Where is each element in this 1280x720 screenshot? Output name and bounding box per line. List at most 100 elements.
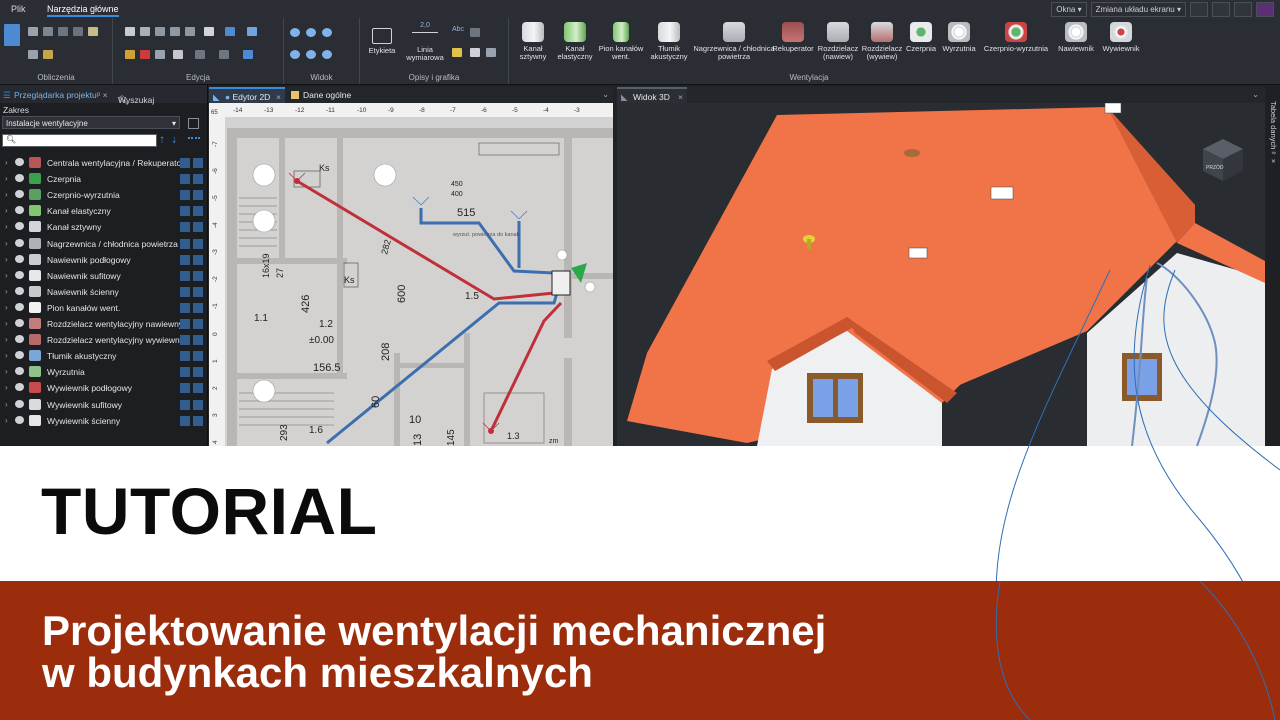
edit-icon[interactable]	[180, 351, 190, 362]
paste-icon[interactable]	[140, 27, 150, 36]
visibility-icon[interactable]	[15, 302, 24, 311]
zoom-window-icon[interactable]	[322, 28, 332, 37]
scope-select[interactable]: Instalacje wentylacyjne ▾	[2, 116, 180, 129]
hatch-icon[interactable]	[486, 48, 496, 57]
edit-icon[interactable]	[180, 367, 190, 378]
pan-icon[interactable]	[322, 50, 332, 59]
sort-descending-icon[interactable]: ⭣	[172, 135, 176, 146]
check-icon[interactable]	[28, 50, 38, 59]
tree-item[interactable]: › Pion kanałów went.	[0, 300, 207, 316]
zoom-in-icon[interactable]	[290, 28, 300, 37]
windows-dropdown[interactable]: Okna ▾	[1051, 2, 1087, 17]
tab-view-3d[interactable]: ◣ Widok 3D ×	[617, 87, 687, 103]
vent-button-0[interactable]: Kanał sztywny	[513, 22, 553, 61]
text-style-icon[interactable]	[470, 28, 480, 37]
table-icon[interactable]	[28, 27, 38, 36]
cut-icon[interactable]	[125, 50, 135, 59]
dimension-line-button[interactable]: 2,0 Linia wymiarowa	[404, 22, 446, 62]
visibility-icon[interactable]	[15, 399, 24, 408]
edit-icon[interactable]	[180, 158, 190, 168]
edit-icon[interactable]	[180, 190, 190, 201]
edit-icon[interactable]	[180, 222, 190, 233]
drop-icon[interactable]	[73, 27, 83, 36]
filter-icon[interactable]	[195, 50, 205, 59]
tab-project-browser[interactable]: Przeglądarka projektu	[14, 90, 97, 100]
chevron-right-icon[interactable]: ›	[5, 367, 8, 376]
tree-item[interactable]: › Nawiewnik ścienny	[0, 284, 207, 300]
edit-icon[interactable]	[180, 335, 190, 346]
grid-icon[interactable]	[193, 270, 203, 281]
tree-item[interactable]: › Wywiewnik ścienny	[0, 413, 207, 429]
grid-icon[interactable]	[193, 158, 203, 168]
tree-item[interactable]: › Nawiewnik sufitowy	[0, 268, 207, 284]
zoom-extents-icon[interactable]	[290, 50, 300, 59]
tree-item[interactable]: › Wywiewnik sufitowy	[0, 397, 207, 413]
edit-icon[interactable]	[180, 174, 190, 185]
grid-icon[interactable]	[193, 222, 203, 233]
vent-button-1[interactable]: Kanał elastyczny	[555, 22, 595, 61]
chevron-right-icon[interactable]: ›	[5, 383, 8, 392]
monitor-icon[interactable]	[1190, 2, 1208, 17]
edit-icon[interactable]	[180, 415, 190, 426]
tree-item[interactable]: › Czerpnio-wyrzutnia	[0, 187, 207, 203]
vent-button-6[interactable]: Rozdzielacz (nawiew)	[816, 22, 860, 61]
undo-icon[interactable]	[155, 50, 165, 59]
balance-icon[interactable]	[58, 27, 68, 36]
vent-button-10[interactable]: Czerpnio-wyrzutnia	[979, 22, 1053, 53]
vent-button-2[interactable]: Pion kanałów went.	[597, 22, 645, 61]
chevron-right-icon[interactable]: ›	[5, 190, 8, 199]
grid-icon[interactable]	[193, 415, 203, 426]
chevron-right-icon[interactable]: ›	[5, 400, 8, 409]
chevron-right-icon[interactable]: ›	[5, 319, 8, 328]
pin-icon[interactable]: ᵖ ×	[97, 90, 108, 100]
tree-item[interactable]: › Kanał elastyczny	[0, 203, 207, 219]
edit-icon[interactable]	[180, 302, 190, 313]
chevron-down-icon[interactable]: ⌄	[602, 90, 609, 99]
tab-editor-2d[interactable]: ◣ ● Edytor 2D ×	[209, 87, 285, 103]
edit-icon[interactable]	[180, 270, 190, 281]
text-tool[interactable]: Abc	[452, 26, 464, 33]
grid-icon[interactable]	[193, 254, 203, 265]
label-button[interactable]: Etykieta	[366, 22, 398, 55]
settings-icon[interactable]	[88, 27, 98, 36]
grid-icon[interactable]	[193, 319, 203, 329]
visibility-icon[interactable]	[15, 222, 24, 231]
visibility-icon[interactable]	[15, 286, 24, 295]
grid-icon[interactable]	[193, 335, 203, 346]
tree-item[interactable]: › Wyrzutnia	[0, 364, 207, 380]
vent-button-5[interactable]: Rekuperator	[769, 22, 817, 53]
edit-icon[interactable]	[180, 383, 190, 394]
tab-general-data[interactable]: Dane ogólne	[287, 87, 383, 103]
recuperator-unit[interactable]	[551, 270, 571, 296]
grid-icon[interactable]	[193, 399, 203, 410]
zoom-out-icon[interactable]	[306, 28, 316, 37]
chevron-right-icon[interactable]: ›	[5, 416, 8, 425]
grid-icon[interactable]	[193, 367, 203, 378]
rotate-icon[interactable]	[170, 27, 180, 36]
visibility-icon[interactable]	[15, 367, 24, 376]
delete-icon[interactable]	[140, 50, 150, 59]
visibility-icon[interactable]	[15, 190, 24, 199]
data-table-side-panel[interactable]: Tabela danych ᵖ ×	[1266, 87, 1280, 446]
grid-icon[interactable]	[193, 238, 203, 249]
tree-item[interactable]: › Centrala wentylacyjna / Rekuperator	[0, 155, 207, 171]
tree-item[interactable]: › Tłumik akustyczny	[0, 348, 207, 364]
vent-button-8[interactable]: Czerpnia	[904, 22, 938, 53]
properties-icon[interactable]	[173, 50, 183, 59]
chevron-right-icon[interactable]: ›	[5, 206, 8, 215]
tree-item[interactable]: › Wywiewnik podłogowy	[0, 380, 207, 396]
menu-main-tools[interactable]: Narzędzia główne	[47, 4, 119, 17]
align-icon[interactable]	[204, 27, 214, 36]
chevron-right-icon[interactable]: ›	[5, 271, 8, 280]
visibility-icon[interactable]	[15, 206, 24, 215]
chevron-right-icon[interactable]: ›	[5, 158, 8, 167]
chevron-right-icon[interactable]: ›	[5, 351, 8, 360]
visibility-icon[interactable]	[15, 158, 24, 166]
edit-icon[interactable]	[180, 254, 190, 265]
tree-item[interactable]: › Rozdzielacz wentylacyjny wywiewny	[0, 332, 207, 348]
chevron-right-icon[interactable]: ›	[5, 222, 8, 231]
chevron-right-icon[interactable]: ›	[5, 287, 8, 296]
tree-item[interactable]: › Kanał sztywny	[0, 219, 207, 235]
zoom-previous-icon[interactable]	[306, 50, 316, 59]
tree-item[interactable]: › Rozdzielacz wentylacyjny nawiewny	[0, 316, 207, 332]
